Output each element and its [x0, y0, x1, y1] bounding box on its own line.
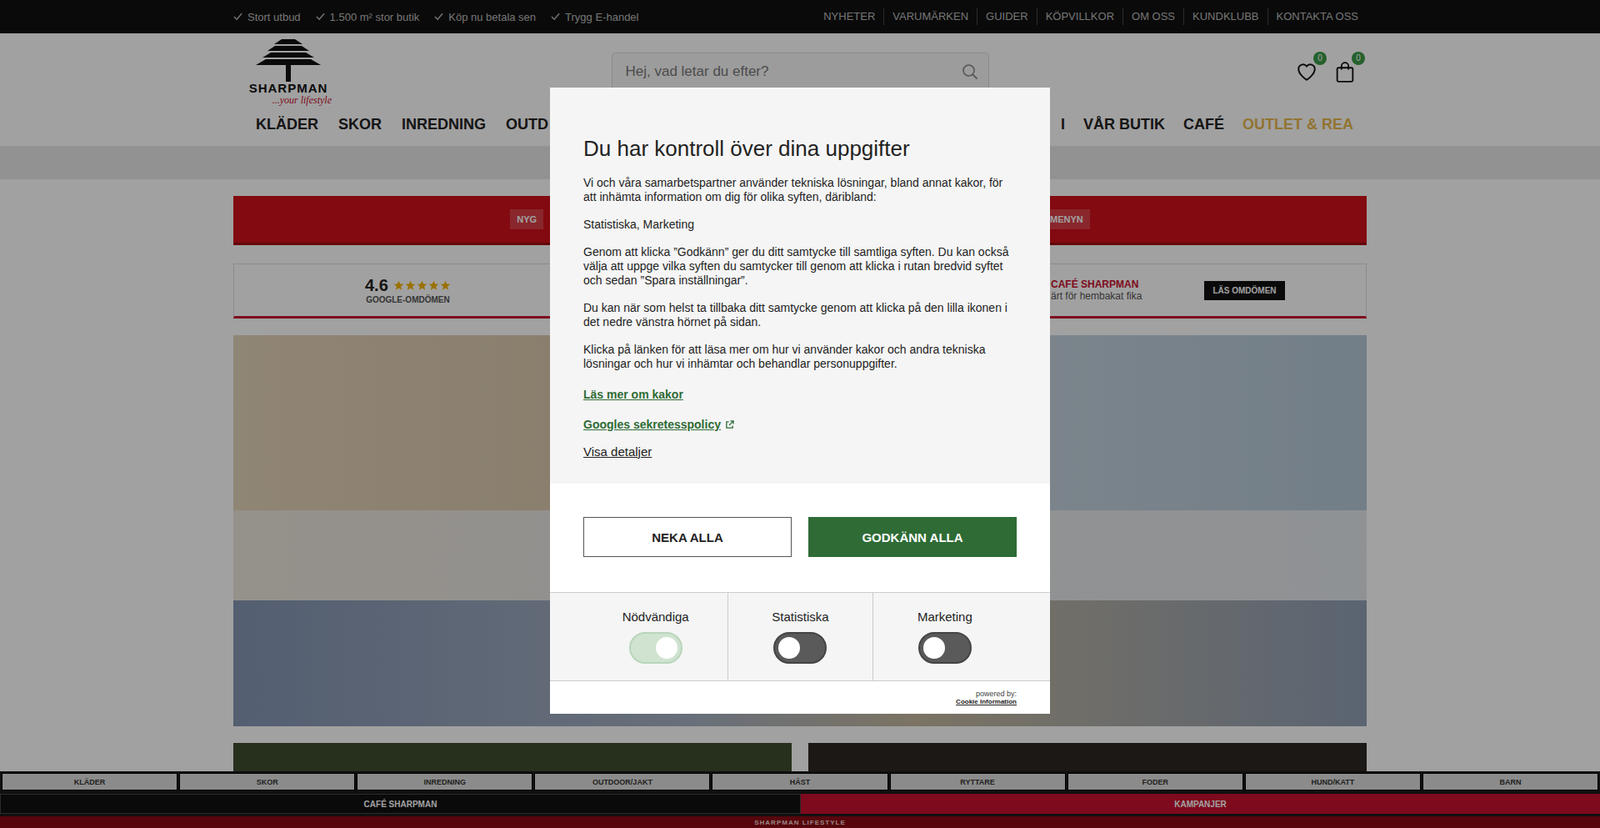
dialog-text: Du kan när som helst ta tillbaka ditt sa… — [583, 300, 1017, 330]
purpose-item: Marketing — [872, 592, 1017, 680]
external-link-icon — [725, 420, 735, 430]
purpose-item: Statistiska — [727, 592, 872, 680]
powered-by: powered by: — [975, 689, 1017, 698]
cookie-dialog: Du har kontroll över dina uppgifter Vi o… — [550, 87, 1050, 714]
page: Stort utbud 1.500 m² stor butik Köp nu b… — [0, 0, 1600, 828]
dialog-text: Klicka på länken för att läsa mer om hur… — [583, 342, 1017, 371]
dialog-title: Du har kontroll över dina uppgifter — [583, 135, 1017, 162]
dialog-text: Vi och våra samarbetspartner använder te… — [583, 175, 1017, 205]
purpose-label: Nödvändiga — [622, 609, 690, 624]
show-details-link[interactable]: Visa detaljer — [583, 444, 1017, 459]
dialog-buttons: NEKA ALLA GODKÄNN ALLA — [550, 483, 1050, 592]
dialog-text: Statistiska, Marketing — [583, 217, 1017, 232]
dialog-link[interactable]: Googles sekretesspolicy — [583, 417, 1017, 431]
consent-button[interactable]: GODKÄNN ALLA — [808, 516, 1017, 557]
purpose-toggle[interactable] — [918, 631, 972, 664]
purpose-toggle[interactable] — [773, 631, 827, 664]
dialog-text: Genom att klicka ”Godkänn” ger du ditt s… — [583, 245, 1017, 288]
dialog-link[interactable]: Läs mer om kakor — [583, 387, 1017, 401]
purpose-label: Marketing — [917, 609, 973, 624]
purpose-item: Nödvändiga — [583, 592, 728, 680]
consent-button[interactable]: NEKA ALLA — [583, 516, 792, 557]
purpose-toggle[interactable] — [629, 631, 683, 664]
purpose-label: Statistiska — [771, 609, 829, 624]
provider-link[interactable]: Cookie Information — [955, 697, 1017, 705]
dialog-footer: powered by: Cookie Information — [550, 680, 1050, 714]
purpose-toggles: Nödvändiga Statistiska Marketing — [550, 591, 1050, 681]
